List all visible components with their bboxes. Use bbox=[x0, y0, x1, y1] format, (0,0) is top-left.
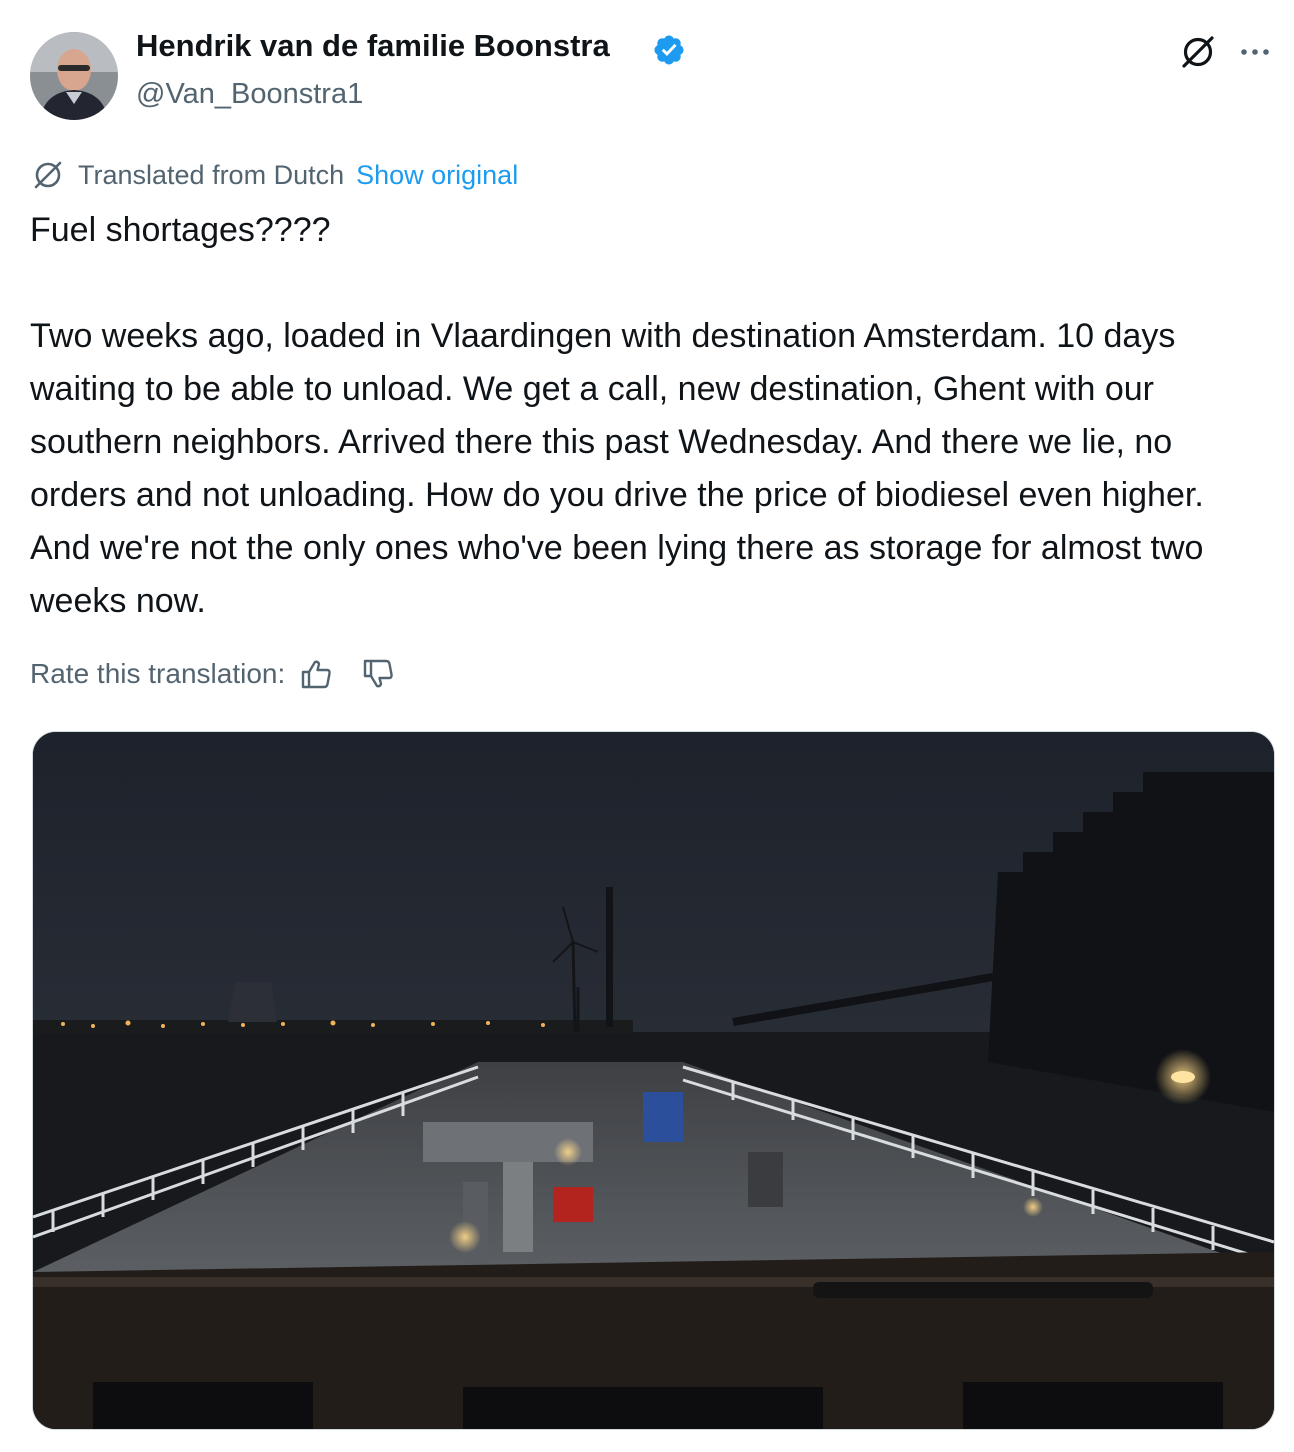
tweet-text-line1: Fuel shortages???? bbox=[30, 211, 331, 249]
translated-from-label: Translated from Dutch bbox=[78, 159, 345, 190]
thumbs-up-icon[interactable] bbox=[299, 657, 333, 691]
tweet-text: Fuel shortages???? Two weeks ago, loaded… bbox=[30, 204, 1270, 628]
avatar[interactable] bbox=[30, 32, 118, 120]
avatar-image bbox=[30, 32, 118, 120]
tweet-photo[interactable] bbox=[32, 731, 1275, 1430]
tweet-text-paragraph: Two weeks ago, loaded in Vlaardingen wit… bbox=[30, 317, 1204, 620]
thumbs-down-icon[interactable] bbox=[361, 657, 395, 691]
more-icon[interactable] bbox=[1238, 38, 1272, 66]
author-handle[interactable]: @Van_Boonstra1 bbox=[136, 78, 363, 111]
translate-icon bbox=[34, 161, 62, 189]
verified-badge-icon bbox=[654, 35, 684, 65]
show-original-link[interactable]: Show original bbox=[356, 160, 518, 191]
rate-translation-label: Rate this translation: bbox=[30, 658, 286, 689]
rate-translation: Rate this translation: bbox=[30, 657, 395, 691]
tanker-deck-night-photo bbox=[33, 732, 1274, 1429]
translation-notice: Translated from Dutch Show original bbox=[30, 157, 518, 193]
grok-icon[interactable] bbox=[1178, 32, 1218, 72]
author-name[interactable]: Hendrik van de familie Boonstra bbox=[136, 28, 610, 64]
